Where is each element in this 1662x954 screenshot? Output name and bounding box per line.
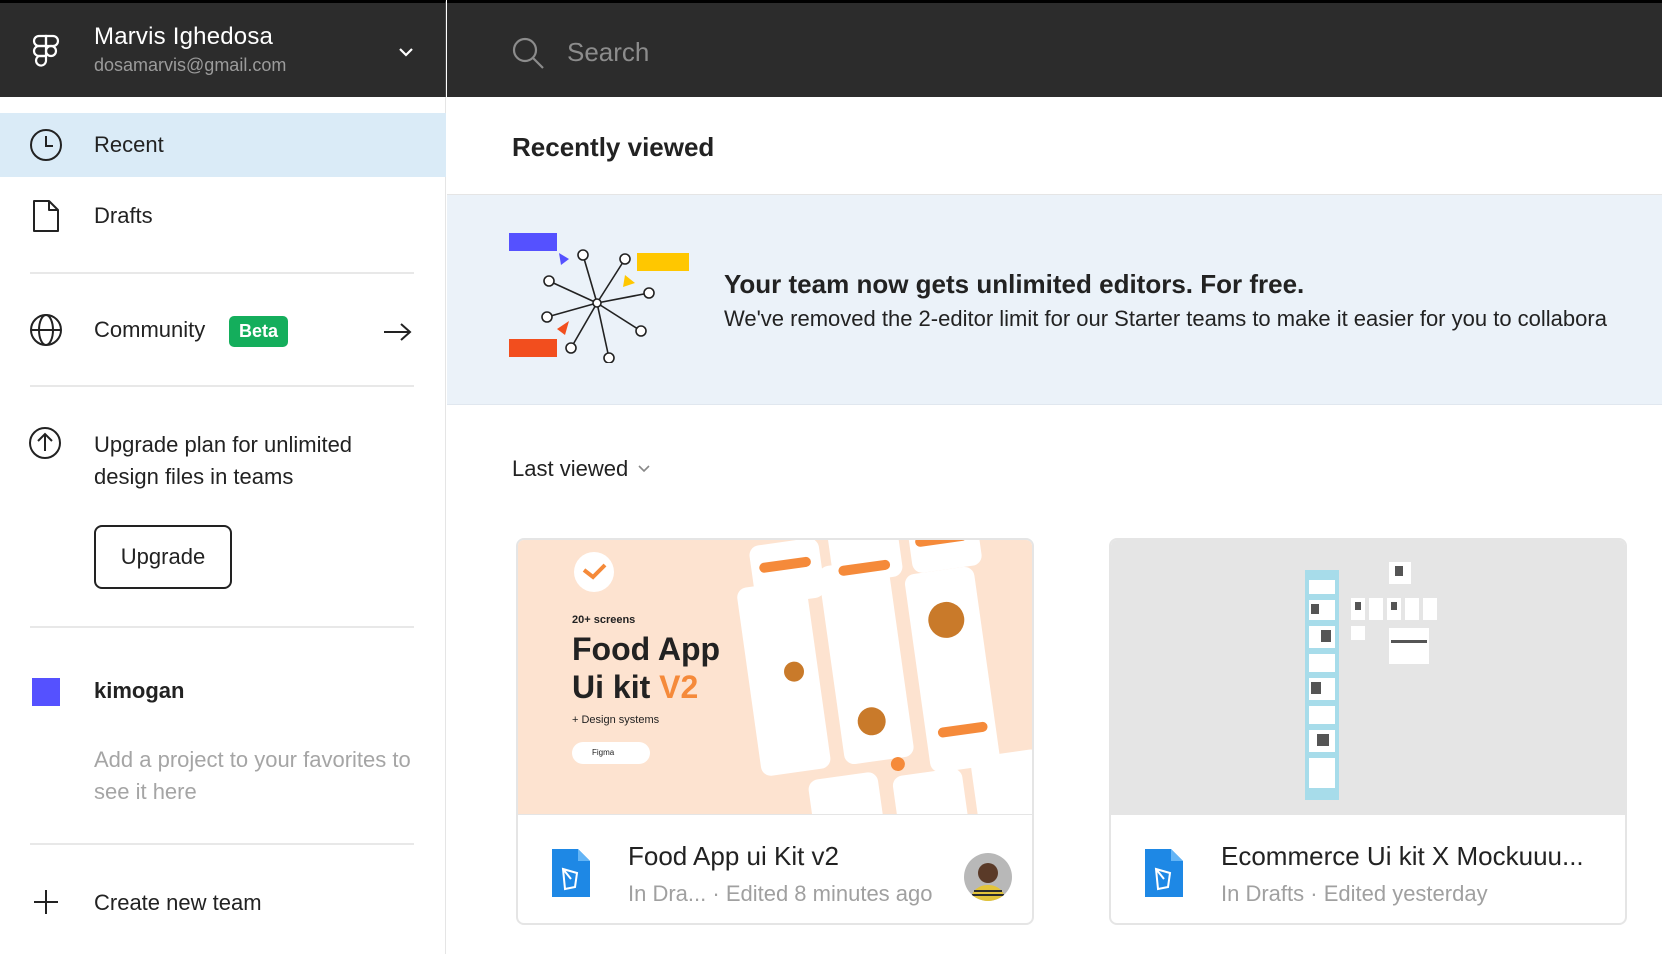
design-file-icon: [1145, 849, 1183, 897]
promo-banner: Your team now gets unlimited editors. Fo…: [447, 195, 1662, 405]
banner-description: We've removed the 2-editor limit for our…: [724, 306, 1607, 331]
avatar: [964, 853, 1012, 901]
network-illustration-icon: [509, 233, 689, 363]
search-input[interactable]: [567, 31, 1167, 73]
beta-badge: Beta: [229, 316, 289, 347]
design-file-icon: [552, 849, 590, 897]
account-email: dosamarvis@gmail.com: [94, 55, 287, 75]
sidebar-item-label: Community: [94, 317, 206, 342]
file-edited: · Edited yesterday: [1310, 881, 1488, 906]
divider: [30, 385, 414, 387]
divider: [30, 272, 414, 274]
banner-headline: Your team now gets unlimited editors. Fo…: [724, 269, 1305, 299]
file-meta: Food App ui Kit v2 In Dra... · Edited 8 …: [518, 814, 1032, 923]
file-subtitle: In Dra... · Edited 8 minutes ago: [628, 881, 933, 907]
sidebar: Marvis Ighedosa dosamarvis@gmail.com Rec…: [0, 0, 446, 954]
page-title: Recently viewed: [512, 132, 715, 162]
thumb-version: V2: [659, 669, 699, 705]
sidebar-item-label: Recent: [94, 132, 164, 157]
upgrade-arrow-icon: [28, 426, 62, 465]
clock-icon: [28, 127, 64, 163]
sidebar-item-recent[interactable]: Recent: [0, 113, 446, 177]
ecommerce-preview-icon: [1305, 562, 1437, 800]
create-team-label: Create new team: [94, 890, 262, 915]
sidebar-item-label: Drafts: [94, 203, 153, 228]
file-meta: Ecommerce Ui kit X Mockuuu... In Drafts …: [1111, 814, 1625, 923]
thumb-tool-badge: Figma: [572, 742, 650, 764]
divider: [30, 843, 414, 845]
sort-dropdown[interactable]: Last viewed: [512, 456, 650, 482]
favorites-hint: Add a project to your favorites to see i…: [94, 747, 411, 804]
team-name[interactable]: kimogan: [94, 678, 184, 704]
file-name: Ecommerce Ui kit X Mockuuu...: [1221, 841, 1584, 871]
chevron-down-icon: [638, 465, 650, 473]
thumb-title: Food App Ui kit V2: [572, 630, 720, 706]
globe-icon: [28, 312, 64, 348]
search-icon: [512, 37, 544, 69]
plus-icon: [34, 890, 58, 914]
arrow-right-icon[interactable]: [382, 320, 414, 344]
chevron-down-icon[interactable]: [396, 45, 416, 59]
account-switcher[interactable]: Marvis Ighedosa dosamarvis@gmail.com: [0, 0, 446, 97]
sort-label: Last viewed: [512, 456, 629, 481]
sidebar-item-drafts[interactable]: Drafts: [0, 184, 446, 248]
thumb-title-line1: Food App: [572, 631, 721, 667]
thumb-screens: 20+ screens: [572, 614, 636, 626]
thumb-tagline: + Design systems: [572, 714, 660, 726]
file-card-ecommerce[interactable]: Ecommerce Ui kit X Mockuuu... In Drafts …: [1109, 538, 1627, 925]
file-thumbnail: [1111, 540, 1625, 814]
file-icon: [28, 198, 64, 234]
divider: [30, 626, 414, 628]
thumb-title-line2: Ui kit: [572, 669, 651, 705]
file-subtitle: In Drafts · Edited yesterday: [1221, 881, 1488, 907]
account-name: Marvis Ighedosa: [94, 23, 274, 50]
team-color-swatch: [32, 678, 60, 706]
sidebar-item-community[interactable]: Community: [0, 298, 446, 362]
create-new-team-button[interactable]: Create new team: [0, 872, 446, 932]
upgrade-text: Upgrade plan for unlimited design files …: [94, 432, 353, 489]
file-edited: · Edited 8 minutes ago: [712, 881, 933, 906]
upgrade-button[interactable]: Upgrade: [94, 525, 232, 589]
file-thumbnail: 20+ screens Food App Ui kit V2 + Design …: [518, 540, 1032, 814]
figma-logo-icon: [32, 34, 60, 67]
file-location: In Drafts: [1221, 881, 1305, 906]
top-bar: [447, 0, 1662, 97]
file-card-food-app[interactable]: 20+ screens Food App Ui kit V2 + Design …: [516, 538, 1034, 925]
file-name: Food App ui Kit v2: [628, 841, 840, 871]
file-location: In Dra...: [628, 881, 707, 906]
